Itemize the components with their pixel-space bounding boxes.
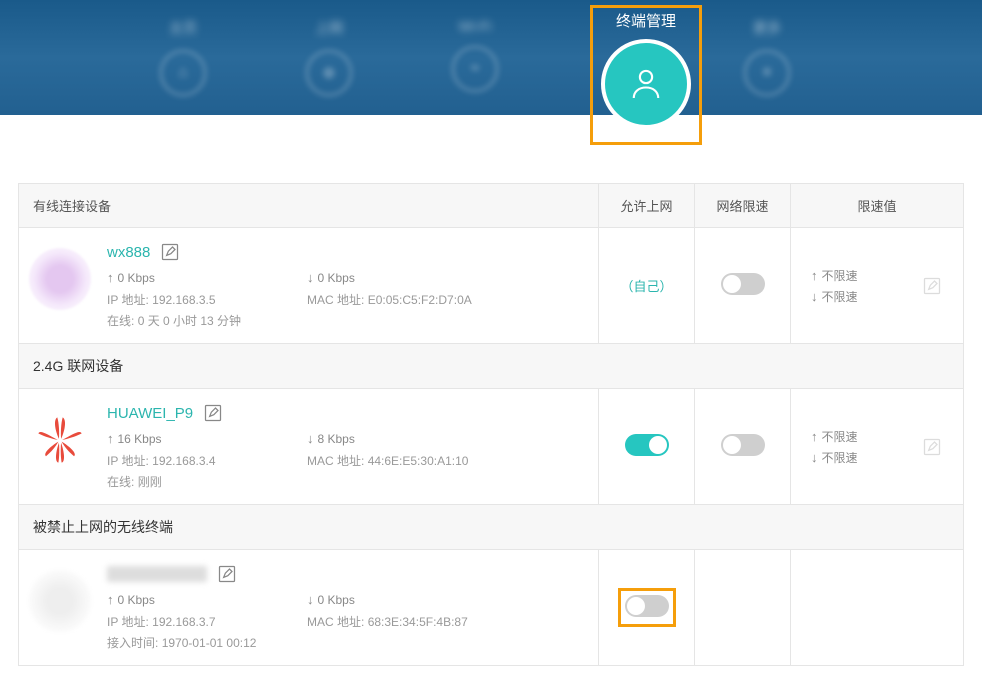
device-row-blocked: ↑0 Kbps ↓0 Kbps IP 地址: 192.168.3.7 MAC 地… [19, 550, 964, 666]
device-avatar-huawei [29, 409, 91, 471]
edit-limit-icon[interactable] [921, 275, 943, 297]
nav-item-1[interactable]: 主页 ⌂ [110, 18, 256, 96]
highlight-toggle [618, 588, 676, 627]
nav-item-5[interactable]: 更多 ≡ [694, 18, 840, 96]
nav-item-2[interactable]: 上网 ⊕ [256, 18, 402, 96]
device-avatar [29, 248, 91, 310]
device-name-redacted [107, 566, 207, 582]
section-blocked-header: 被禁止上网的无线终端 [19, 505, 964, 550]
col-limit-header: 限速值 [791, 184, 964, 228]
download-speed: ↓0 Kbps [307, 592, 467, 607]
download-speed: ↓8 Kbps [307, 431, 467, 446]
allow-internet-toggle[interactable] [625, 595, 669, 617]
edit-icon[interactable] [217, 564, 237, 584]
speed-limit-toggle[interactable] [721, 273, 765, 295]
user-icon [601, 39, 691, 129]
device-name: wx888 [107, 244, 150, 261]
online-time: 在线: 刚刚 [107, 473, 267, 490]
section-wired-header: 有线连接设备 [19, 184, 599, 228]
mac-address: MAC 地址: 44:6E:E5:30:A1:10 [307, 452, 468, 469]
edit-limit-icon[interactable] [921, 436, 943, 458]
limit-values: ↑不限速 ↓不限速 [811, 263, 858, 309]
device-row-wired: wx888 ↑0 Kbps ↓0 Kbps IP 地址: 192.168.3.5… [19, 228, 964, 344]
device-avatar [29, 570, 91, 632]
ip-address: IP 地址: 192.168.3.5 [107, 291, 267, 308]
upload-speed: ↑16 Kbps [107, 431, 267, 446]
device-name: HUAWEI_P9 [107, 405, 193, 422]
nav-active-label: 终端管理 [596, 10, 696, 31]
nav-item-terminal-mgmt[interactable]: 终端管理 [596, 10, 696, 129]
nav-item-3[interactable]: Wi-Fi ≈ [402, 18, 548, 92]
section-wifi24-header: 2.4G 联网设备 [19, 344, 964, 389]
col-allow-header: 允许上网 [599, 184, 695, 228]
mac-address: MAC 地址: 68:3E:34:5F:4B:87 [307, 613, 468, 630]
ip-address: IP 地址: 192.168.3.7 [107, 613, 267, 630]
upload-speed: ↑0 Kbps [107, 592, 267, 607]
mac-address: MAC 地址: E0:05:C5:F2:D7:0A [307, 291, 472, 308]
col-speed-header: 网络限速 [695, 184, 791, 228]
edit-icon[interactable] [160, 242, 180, 262]
allow-internet-toggle[interactable] [625, 434, 669, 456]
access-time: 接入时间: 1970-01-01 00:12 [107, 634, 267, 651]
speed-limit-toggle[interactable] [721, 434, 765, 456]
ip-address: IP 地址: 192.168.3.4 [107, 452, 267, 469]
limit-values: ↑不限速 ↓不限速 [811, 424, 858, 470]
self-label: （自己） [620, 279, 672, 294]
upload-speed: ↑0 Kbps [107, 270, 267, 285]
device-table: 有线连接设备 允许上网 网络限速 限速值 wx888 [18, 183, 964, 666]
online-time: 在线: 0 天 0 小时 13 分钟 [107, 312, 267, 329]
download-speed: ↓0 Kbps [307, 270, 467, 285]
device-row-wifi24: HUAWEI_P9 ↑16 Kbps ↓8 Kbps IP 地址: 192.16… [19, 389, 964, 505]
top-nav: 主页 ⌂ 上网 ⊕ Wi-Fi ≈ 更多 ≡ 终端管理 [0, 0, 982, 115]
edit-icon[interactable] [203, 403, 223, 423]
